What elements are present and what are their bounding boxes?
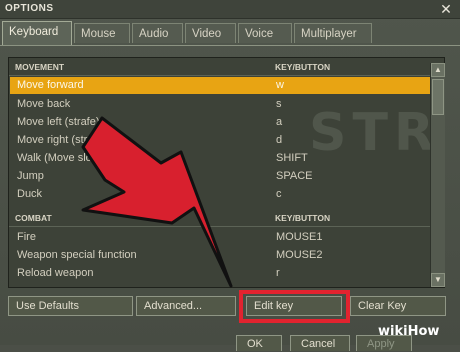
list-row[interactable]: Walk (Move slowly) SHIFT	[10, 150, 444, 167]
row-action: Move forward	[17, 79, 84, 91]
row-key: c	[276, 188, 282, 200]
row-key: w	[276, 79, 284, 91]
row-key: d	[276, 134, 283, 146]
list-row[interactable]: Move forward w	[10, 77, 444, 94]
window-title: OPTIONS	[5, 3, 54, 14]
tab-strip: Keyboard Mouse Audio Video Voice Multipl…	[2, 21, 458, 45]
column-header-action: MOVEMENT	[15, 62, 65, 72]
use-defaults-button[interactable]: Use Defaults	[8, 296, 133, 316]
row-action: Fire	[17, 231, 36, 243]
list-row[interactable]: Reload weapon r	[10, 265, 444, 282]
key-binding-list: STRIK MOVEMENT KEY/BUTTON Move forward w…	[8, 57, 445, 288]
tab-divider	[0, 45, 460, 46]
cancel-button[interactable]: Cancel	[290, 335, 350, 351]
scrollbar-thumb[interactable]	[432, 79, 444, 115]
tab-mouse[interactable]: Mouse	[74, 23, 130, 43]
row-action: Move right (strafe)	[17, 134, 107, 146]
row-key: a	[276, 116, 283, 128]
wikihow-watermark: wikiHow	[378, 324, 439, 342]
list-row[interactable]: Weapon special function MOUSE2	[10, 247, 444, 264]
tab-keyboard[interactable]: Keyboard	[2, 21, 72, 45]
list-row[interactable]: Move left (strafe) a	[10, 114, 444, 131]
title-bar: OPTIONS ✕	[0, 0, 460, 19]
wikihow-wiki-text: wiki	[378, 324, 408, 339]
scroll-up-arrow-icon[interactable]: ▲	[431, 63, 445, 77]
row-key: r	[276, 267, 280, 279]
row-action: Reload weapon	[17, 267, 94, 279]
column-header-action: COMBAT	[15, 213, 52, 223]
row-key: MOUSE2	[276, 249, 323, 261]
tab-voice[interactable]: Voice	[238, 23, 292, 43]
clear-key-button[interactable]: Clear Key	[350, 296, 446, 316]
row-key: SPACE	[276, 170, 313, 182]
wikihow-how-text: How	[407, 324, 440, 339]
options-window: OPTIONS ✕ Keyboard Mouse Audio Video Voi…	[0, 0, 460, 351]
list-row[interactable]: Jump SPACE	[10, 168, 444, 185]
scroll-down-arrow-icon[interactable]: ▼	[431, 273, 445, 287]
close-icon[interactable]: ✕	[438, 1, 454, 17]
row-key: MOUSE1	[276, 231, 323, 243]
list-header-movement: MOVEMENT KEY/BUTTON	[9, 60, 444, 76]
row-action: Walk (Move slowly)	[17, 152, 112, 164]
tab-multiplayer[interactable]: Multiplayer	[294, 23, 372, 43]
ok-button[interactable]: OK	[236, 335, 282, 351]
row-action: Move left (strafe)	[17, 116, 100, 128]
row-action: Jump	[17, 170, 44, 182]
list-row[interactable]: Duck c	[10, 186, 444, 203]
row-key: s	[276, 98, 282, 110]
advanced-button[interactable]: Advanced...	[136, 296, 236, 316]
tab-video[interactable]: Video	[185, 23, 236, 43]
list-row[interactable]: Move right (strafe) d	[10, 132, 444, 149]
row-key: SHIFT	[276, 152, 308, 164]
column-header-key: KEY/BUTTON	[275, 62, 331, 72]
row-action: Weapon special function	[17, 249, 137, 261]
list-row[interactable]: Move back s	[10, 96, 444, 113]
list-scrollbar[interactable]: ▲ ▼	[430, 63, 445, 287]
list-header-combat: COMBAT KEY/BUTTON	[9, 211, 444, 227]
edit-key-button[interactable]: Edit key	[246, 296, 342, 316]
list-row[interactable]: Fire MOUSE1	[10, 229, 444, 246]
column-header-key: KEY/BUTTON	[275, 213, 331, 223]
tab-audio[interactable]: Audio	[132, 23, 183, 43]
row-action: Move back	[17, 98, 71, 110]
row-action: Duck	[17, 188, 43, 200]
